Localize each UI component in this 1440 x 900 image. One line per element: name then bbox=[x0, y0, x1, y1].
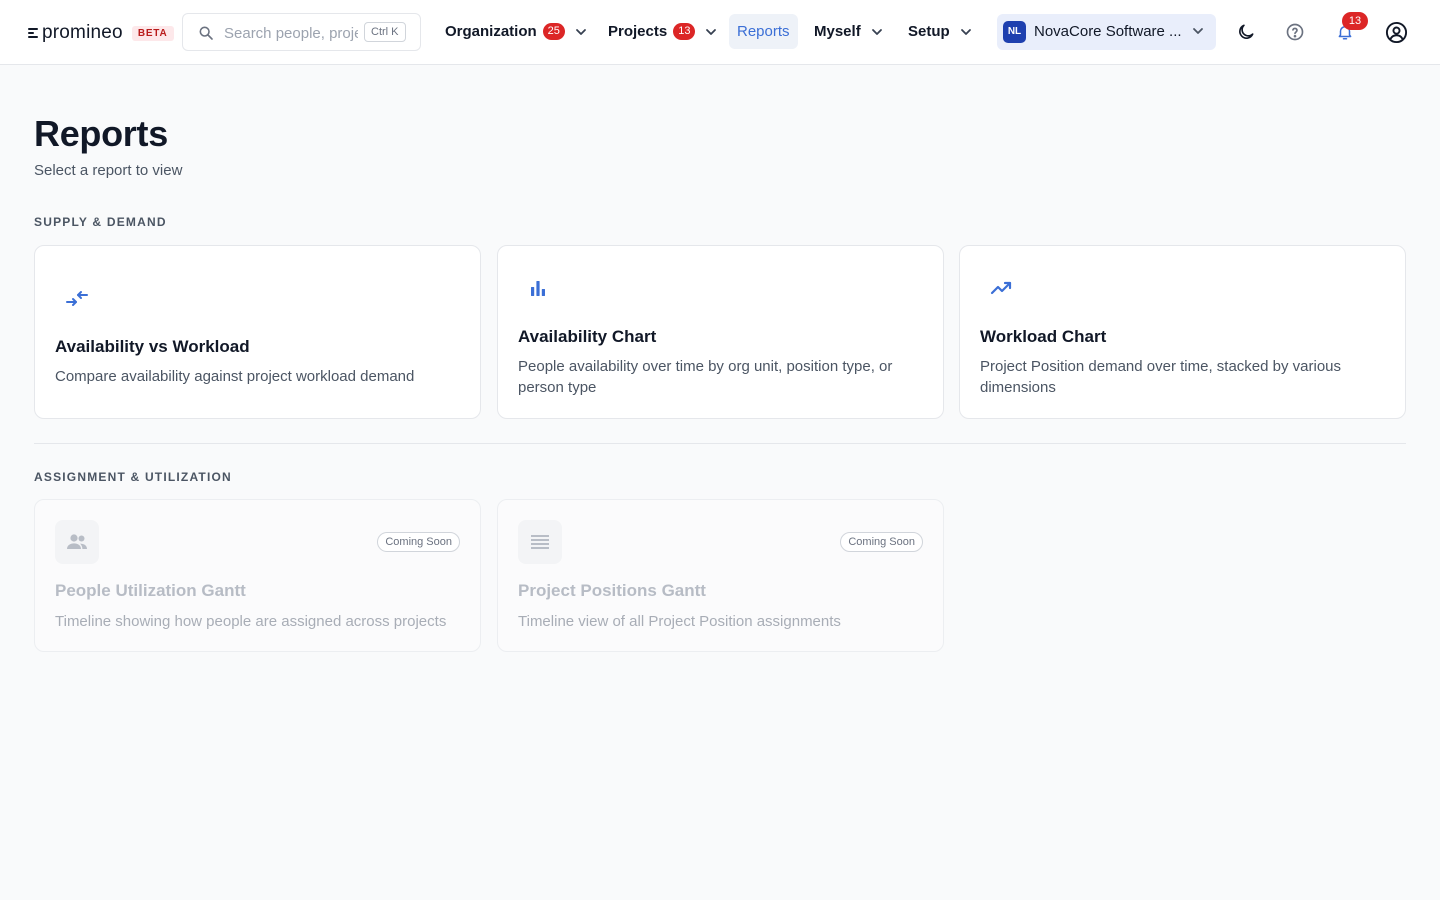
nav-projects-badge: 13 bbox=[673, 23, 696, 40]
nav-projects[interactable]: Projects 13 bbox=[600, 14, 725, 49]
section-title-supply-demand: SUPPLY & DEMAND bbox=[34, 215, 167, 229]
nav-organization-label: Organization bbox=[445, 23, 537, 40]
report-card-description: People availability over time by org uni… bbox=[518, 358, 893, 396]
report-card-description: Timeline showing how people are assigned… bbox=[55, 613, 447, 630]
compare-arrows-icon bbox=[66, 291, 88, 306]
report-card-people-utilization-gantt: Coming Soon People Utilization Gantt Tim… bbox=[34, 499, 481, 652]
report-card-availability-vs-workload[interactable]: Availability vs Workload Compare availab… bbox=[34, 245, 481, 419]
report-card-project-positions-gantt: Coming Soon Project Positions Gantt Time… bbox=[497, 499, 944, 652]
logo-text: promineo bbox=[42, 22, 123, 43]
report-card-title: Availability Chart bbox=[518, 327, 657, 346]
report-card-icon-tile bbox=[518, 520, 562, 564]
people-icon bbox=[67, 534, 87, 549]
report-card-title: Project Positions Gantt bbox=[518, 581, 706, 600]
top-navigation-bar: promineo BETA Ctrl K Organization 25 Pro… bbox=[0, 0, 1440, 65]
report-card-description: Compare availability against project wor… bbox=[55, 368, 415, 385]
search-shortcut-hint: Ctrl K bbox=[364, 22, 406, 42]
user-menu-button[interactable] bbox=[1382, 18, 1410, 46]
chevron-down-icon bbox=[576, 28, 586, 35]
user-circle-icon bbox=[1385, 21, 1407, 43]
list-icon bbox=[531, 535, 549, 549]
chevron-down-icon bbox=[960, 28, 971, 35]
theme-toggle-button[interactable] bbox=[1232, 18, 1260, 46]
help-button[interactable] bbox=[1281, 18, 1309, 46]
beta-badge: BETA bbox=[131, 25, 174, 41]
search-icon bbox=[199, 26, 213, 40]
report-card-description: Timeline view of all Project Position as… bbox=[518, 613, 841, 630]
section-divider bbox=[34, 443, 1406, 444]
bar-chart-icon bbox=[531, 281, 545, 296]
report-card-description: Project Position demand over time, stack… bbox=[980, 358, 1342, 396]
help-icon bbox=[1286, 23, 1304, 41]
report-card-title: Workload Chart bbox=[980, 327, 1107, 346]
notifications-count-badge: 13 bbox=[1342, 12, 1368, 30]
nav-myself[interactable]: Myself bbox=[806, 14, 891, 49]
search-input[interactable] bbox=[224, 22, 358, 44]
report-card-title: Availability vs Workload bbox=[55, 337, 250, 356]
report-card-workload-chart[interactable]: Workload Chart Project Position demand o… bbox=[959, 245, 1406, 419]
nav-reports[interactable]: Reports bbox=[729, 14, 798, 49]
nav-reports-label: Reports bbox=[737, 23, 790, 40]
logo-mark-icon bbox=[28, 26, 40, 40]
chevron-down-icon bbox=[706, 28, 717, 35]
coming-soon-badge: Coming Soon bbox=[377, 532, 460, 552]
org-avatar: NL bbox=[1003, 21, 1026, 43]
nav-projects-label: Projects bbox=[608, 23, 668, 40]
nav-myself-label: Myself bbox=[814, 23, 861, 40]
nav-setup[interactable]: Setup bbox=[900, 14, 980, 49]
section-title-assignment-utilization: ASSIGNMENT & UTILIZATION bbox=[34, 470, 232, 484]
promineo-logo[interactable]: promineo BETA bbox=[28, 20, 174, 46]
page-subtitle: Select a report to view bbox=[34, 162, 183, 179]
nav-organization[interactable]: Organization 25 bbox=[437, 14, 595, 49]
page-title: Reports bbox=[34, 113, 168, 154]
nav-organization-badge: 25 bbox=[542, 23, 565, 40]
chevron-down-icon bbox=[871, 28, 882, 35]
nav-setup-label: Setup bbox=[908, 23, 950, 40]
report-card-availability-chart[interactable]: Availability Chart People availability o… bbox=[497, 245, 944, 419]
moon-icon bbox=[1239, 24, 1254, 39]
coming-soon-badge: Coming Soon bbox=[840, 532, 923, 552]
report-card-icon-tile bbox=[55, 520, 99, 564]
trending-up-icon bbox=[990, 281, 1012, 295]
global-search[interactable]: Ctrl K bbox=[182, 13, 421, 51]
org-name: NovaCore Software ... bbox=[1034, 23, 1182, 40]
report-card-title: People Utilization Gantt bbox=[55, 581, 246, 600]
chevron-down-icon bbox=[1193, 28, 1203, 34]
organization-switcher[interactable]: NL NovaCore Software ... bbox=[997, 14, 1216, 50]
